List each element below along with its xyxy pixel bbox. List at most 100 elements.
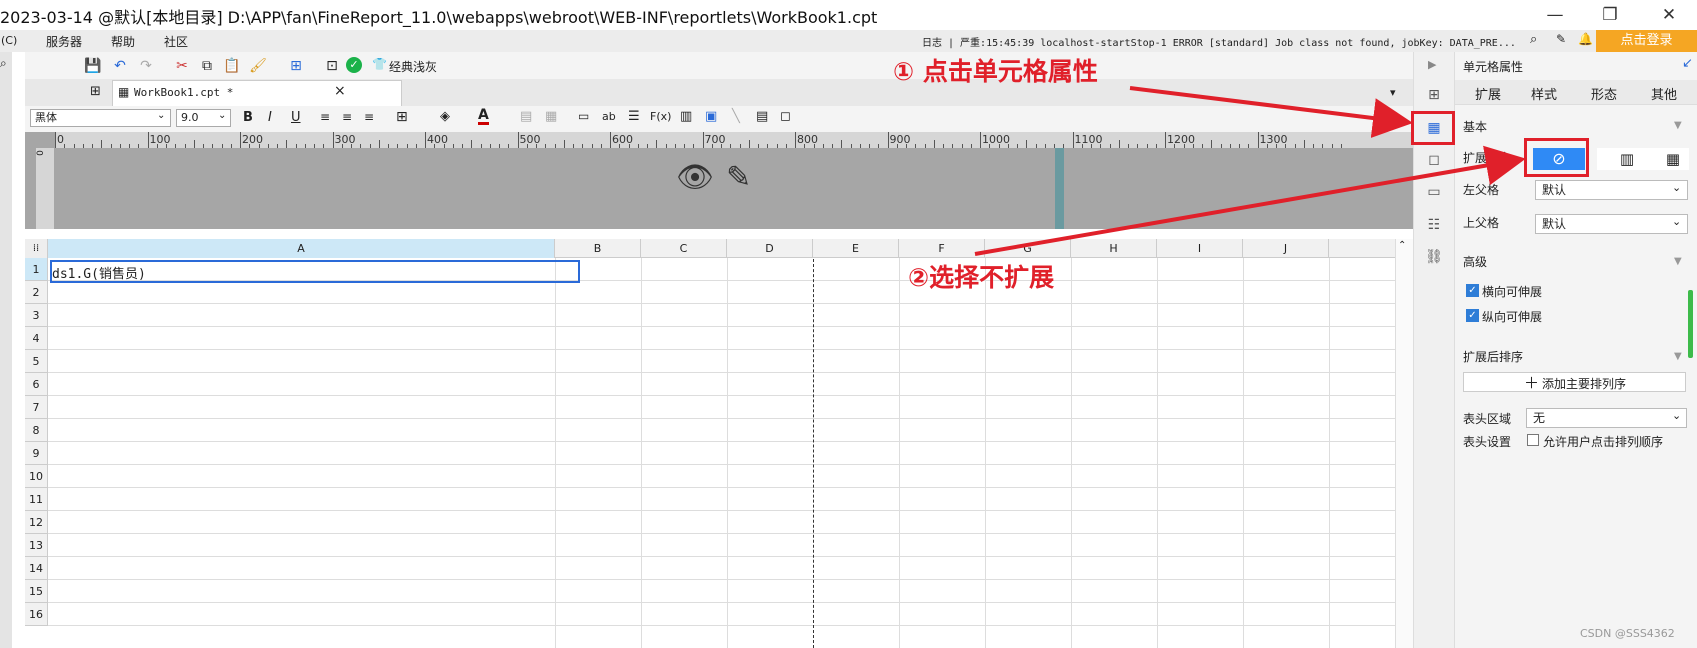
chevron-down-icon[interactable]: ⌄ [157,110,165,121]
edit-icon[interactable]: ✎ [1556,32,1566,46]
plus-icon[interactable]: ＋ [1524,372,1539,393]
border-icon[interactable]: ⊞ [396,109,408,125]
align-right-icon[interactable]: ≡ [364,110,374,124]
row-header-14[interactable]: 14 [25,557,48,580]
section-sort[interactable]: 扩展后排序 [1463,346,1689,368]
cut-icon[interactable]: ✂ [172,56,192,76]
grid-icon[interactable]: ⊞ [90,84,101,99]
theme-label[interactable]: 经典浅灰 [389,58,437,75]
font-select[interactable]: 黑体 [30,109,171,127]
chevron-down-icon[interactable]: ▼ [1674,120,1682,131]
preview-icon[interactable]: ⊡ [322,56,342,76]
fill-color-icon[interactable]: ◈ [440,109,450,124]
menu-community[interactable]: 社区 [164,33,188,50]
v-stretch-checkbox[interactable]: ✓ [1466,309,1479,322]
copy-icon[interactable]: ⧉ [197,56,217,76]
section-basic[interactable]: 基本 [1463,116,1689,138]
paste-icon[interactable]: 📋 [222,56,242,76]
column-header-F[interactable]: F [899,239,985,258]
row-header-5[interactable]: 5 [25,350,48,373]
search-icon[interactable]: ⌕ [0,56,7,71]
theme-icon[interactable]: 👕 [372,57,387,71]
expand-icon[interactable]: ▾ [1390,86,1396,99]
column-header-I[interactable]: I [1157,239,1243,258]
widget-icon[interactable]: ▭ [1423,181,1445,203]
menu-server[interactable]: 服务器 [46,33,82,50]
maximize-button[interactable]: ❐ [1590,2,1630,28]
menu-c[interactable]: (C) [1,34,17,47]
widget-settings-icon[interactable]: ⊞ [1423,84,1445,106]
chevron-down-icon[interactable]: ⌄ [1672,215,1681,228]
header-area-select[interactable]: 无 [1526,408,1687,428]
row-header-8[interactable]: 8 [25,419,48,442]
column-header-A[interactable]: A [48,239,555,258]
insert-icon[interactable]: ▭ [578,109,589,123]
bold-icon[interactable]: B [243,110,253,125]
login-button[interactable]: 点击登录 [1596,30,1697,52]
font-color-icon[interactable]: A [478,108,489,125]
row-header-11[interactable]: 11 [25,488,48,511]
widget-icon[interactable]: ◻ [780,109,791,124]
row-header-10[interactable]: 10 [25,465,48,488]
tab-style[interactable]: 样式 [1531,84,1557,103]
horizontal-expand-button[interactable]: ▦ [1657,148,1689,170]
tab-other[interactable]: 其他 [1651,84,1677,103]
align-center-icon[interactable]: ≡ [342,110,352,124]
row-header-12[interactable]: 12 [25,511,48,534]
column-header-E[interactable]: E [813,239,899,258]
hyperlink-icon[interactable]: ⛓ [1423,246,1445,268]
pencil-icon[interactable]: ✎ [726,160,751,195]
chart-icon[interactable]: ▥ [680,109,692,124]
spreadsheet-grid[interactable]: 1 2 3 4 5 6 7 8 9 10 11 12 13 14 15 16 [25,239,1395,648]
column-header-G[interactable]: G [985,239,1071,258]
search-icon[interactable]: ⌕ [1530,32,1537,47]
chevron-down-icon[interactable]: ⌄ [1672,181,1681,194]
select-all-icon[interactable]: ⁞⁞ [25,239,48,258]
cell-element-icon[interactable]: ◻ [1423,149,1445,171]
chevron-down-icon[interactable]: ▼ [1674,351,1682,362]
unmerge-icon[interactable]: ▦ [545,109,557,124]
chevron-down-icon[interactable]: ⌄ [218,110,226,121]
up-parent-select[interactable]: 默认 [1535,214,1688,234]
condition-icon[interactable]: ☷ [1423,214,1445,236]
row-header-9[interactable]: 9 [25,442,48,465]
h-stretch-checkbox[interactable]: ✓ [1466,284,1479,297]
column-header-C[interactable]: C [641,239,727,258]
vertical-scrollbar[interactable] [1395,239,1413,648]
check-icon[interactable]: ✓ [346,57,362,73]
allow-sort-checkbox[interactable] [1527,434,1539,446]
chevron-down-icon[interactable]: ⌄ [1672,409,1681,422]
column-header-J[interactable]: J [1243,239,1329,258]
align-left-icon[interactable]: ≡ [320,110,330,124]
subreport-icon[interactable]: ▤ [756,109,768,124]
minimize-button[interactable]: — [1535,2,1575,28]
collapse-arrow-icon[interactable]: ▶ [1428,58,1436,71]
log-message[interactable]: 日志 | 严重:15:45:39 localhost-startStop-1 E… [922,34,1516,49]
chevron-down-icon[interactable]: ▼ [1674,256,1682,267]
column-header-H[interactable]: H [1071,239,1157,258]
tab-shape[interactable]: 形态 [1591,84,1617,103]
hide-icon[interactable]: 👁 [676,160,714,195]
undo-icon[interactable]: ↶ [110,56,130,76]
image-icon[interactable]: ▣ [705,109,717,124]
format-painter-icon[interactable]: 🖌 [248,56,268,76]
merge-icon[interactable]: ▤ [520,109,532,124]
row-header-15[interactable]: 15 [25,580,48,603]
tab-close-icon[interactable]: × [334,83,346,99]
underline-icon[interactable]: U [291,110,301,125]
no-expand-button[interactable]: ⊘ [1533,148,1585,170]
text-icon[interactable]: ab [602,110,616,123]
row-header-7[interactable]: 7 [25,396,48,419]
paragraph-icon[interactable]: ☰ [628,109,640,124]
slash-icon[interactable]: ╲ [732,109,740,124]
row-header-3[interactable]: 3 [25,304,48,327]
formula-icon[interactable]: F(x) [650,110,671,123]
italic-icon[interactable]: I [268,110,272,125]
column-header-B[interactable]: B [555,239,641,258]
pin-icon[interactable]: ↙ [1682,56,1693,71]
tab-expand[interactable]: 扩展 [1475,84,1501,103]
row-header-2[interactable]: 2 [25,281,48,304]
vertical-expand-button[interactable]: ▥ [1597,148,1657,170]
left-parent-select[interactable]: 默认 [1535,180,1688,200]
section-advanced[interactable]: 高级 [1463,251,1689,273]
